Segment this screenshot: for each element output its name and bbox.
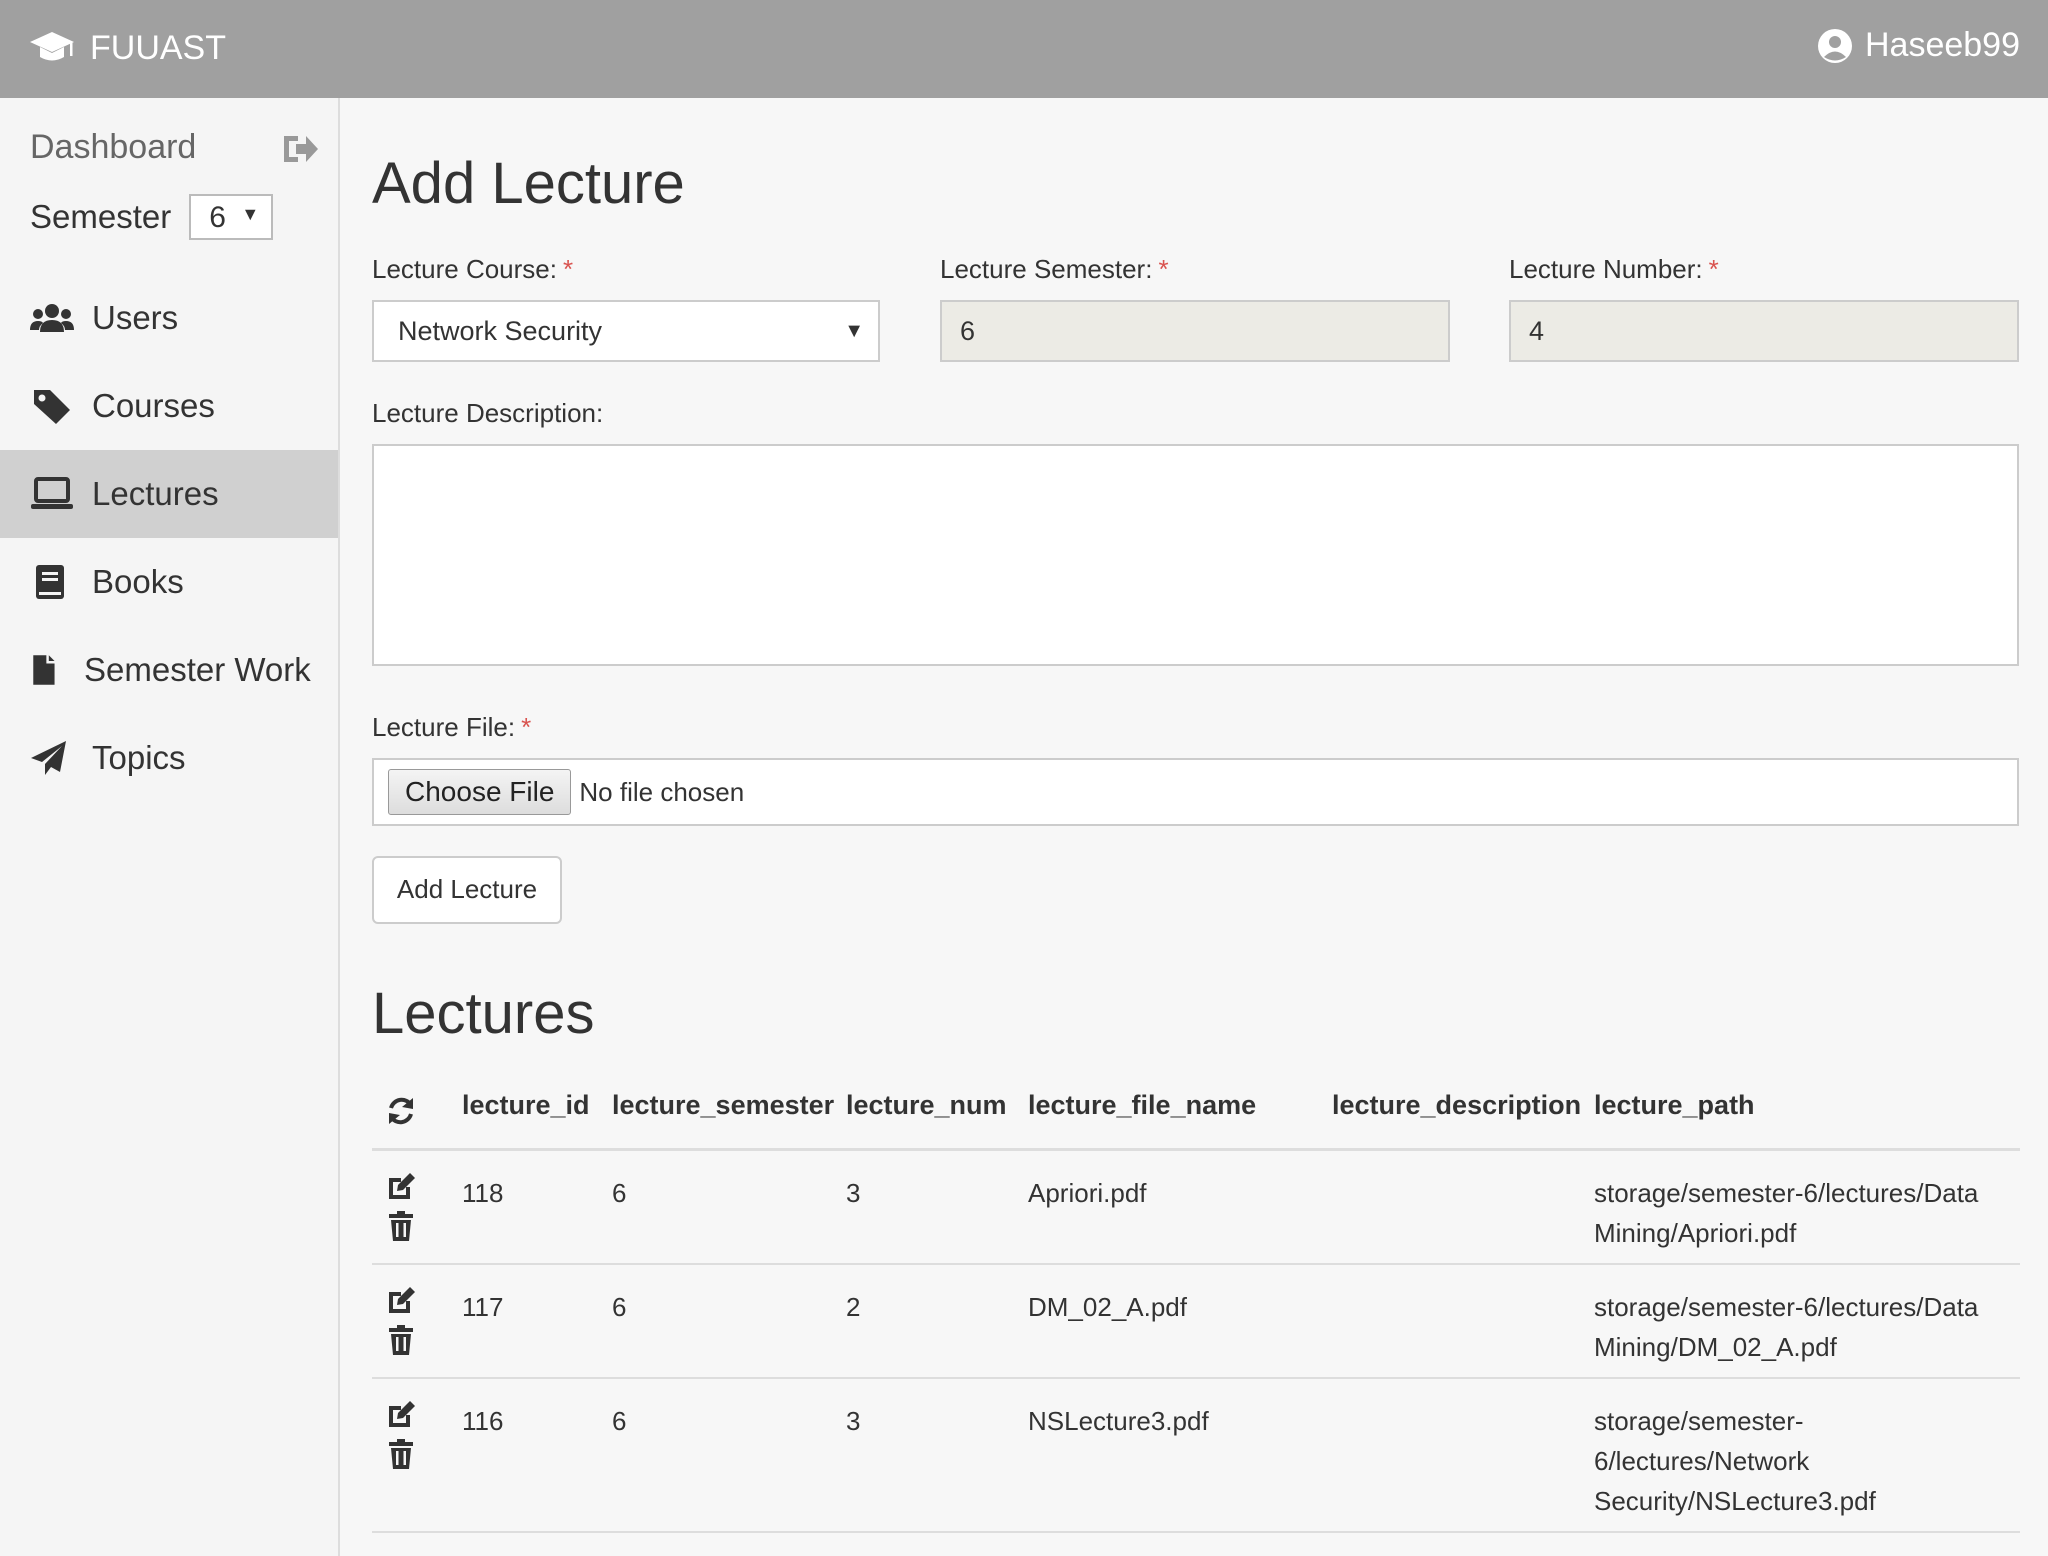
lecture-course-select[interactable]: Network Security ▼ bbox=[372, 300, 880, 362]
sidebar-item-lectures[interactable]: Lectures bbox=[0, 450, 338, 538]
sidebar-item-label: Semester Work bbox=[84, 651, 311, 688]
required-mark: * bbox=[1708, 254, 1719, 284]
column-header-lecture-num[interactable]: lecture_num bbox=[846, 1090, 1007, 1121]
laptop-icon bbox=[31, 477, 73, 509]
column-header-lecture-description[interactable]: lecture_description bbox=[1332, 1090, 1581, 1121]
cell-lecture-num: 3 bbox=[846, 1406, 861, 1436]
table-header: lecture_id lecture_semester lecture_num … bbox=[372, 1076, 2020, 1151]
lecture-semester-label: Lecture Semester: * bbox=[940, 254, 1169, 285]
sidebar-item-label: Books bbox=[92, 563, 184, 600]
cell-lecture-id: 118 bbox=[462, 1178, 504, 1208]
username: Haseeb99 bbox=[1864, 26, 2020, 64]
sidebar-item-semester-work[interactable]: Semester Work bbox=[0, 626, 338, 714]
sidebar-item-label: Courses bbox=[92, 387, 215, 424]
lecture-number-value: 4 bbox=[1529, 316, 1545, 346]
users-icon bbox=[30, 304, 74, 332]
lecture-semester-value: 6 bbox=[960, 316, 976, 346]
sidebar-item-label: Users bbox=[92, 299, 179, 336]
row-actions bbox=[386, 1399, 416, 1479]
page-title: Add Lecture bbox=[372, 151, 685, 216]
edit-icon[interactable] bbox=[386, 1171, 416, 1201]
row-actions bbox=[386, 1285, 416, 1365]
semester-select[interactable]: 6 ▼ bbox=[189, 194, 274, 240]
sidebar-item-label: Lectures bbox=[92, 475, 219, 512]
user-menu[interactable]: Haseeb99 bbox=[1817, 26, 2020, 65]
cell-lecture-path: storage/semester-6/lectures/Data Mining/… bbox=[1594, 1292, 1979, 1362]
cell-lecture-num: 2 bbox=[846, 1292, 861, 1322]
sign-out-icon[interactable] bbox=[280, 130, 320, 168]
refresh-icon[interactable] bbox=[386, 1096, 416, 1126]
sidebar-item-topics[interactable]: Topics bbox=[0, 714, 338, 802]
brand-name: FUUAST bbox=[90, 28, 226, 67]
edit-icon[interactable] bbox=[386, 1285, 416, 1315]
sidebar-item-books[interactable]: Books bbox=[0, 538, 338, 626]
cell-lecture-file-name: Apriori.pdf bbox=[1028, 1178, 1147, 1208]
required-mark: * bbox=[521, 712, 532, 742]
column-header-lecture-semester[interactable]: lecture_semester bbox=[612, 1090, 834, 1121]
semester-selector: Semester 6 ▼ bbox=[30, 194, 274, 240]
required-mark: * bbox=[562, 254, 574, 284]
row-actions bbox=[386, 1171, 416, 1251]
trash-icon[interactable] bbox=[386, 1439, 416, 1469]
lecture-file-label-text: Lecture File: bbox=[372, 712, 516, 742]
sidebar-item-label: Topics bbox=[92, 739, 186, 776]
chevron-down-icon: ▼ bbox=[241, 204, 260, 224]
cell-lecture-file-name: NSLecture3.pdf bbox=[1028, 1406, 1209, 1436]
lecture-file-input: Choose File No file chosen bbox=[372, 758, 2019, 826]
lecture-semester-label-text: Lecture Semester: bbox=[940, 254, 1153, 284]
sidebar-item-users[interactable]: Users bbox=[0, 274, 338, 362]
semester-select-value: 6 bbox=[209, 201, 226, 234]
cell-lecture-id: 117 bbox=[462, 1292, 504, 1322]
dashboard-link[interactable]: Dashboard bbox=[30, 128, 196, 166]
required-mark: * bbox=[1158, 254, 1169, 284]
file-status: No file chosen bbox=[579, 776, 745, 807]
dashboard-header: Dashboard bbox=[30, 128, 320, 172]
cell-lecture-file-name: DM_02_A.pdf bbox=[1028, 1292, 1187, 1322]
cell-lecture-semester: 6 bbox=[612, 1292, 627, 1322]
chevron-down-icon: ▼ bbox=[844, 320, 864, 342]
lecture-course-value: Network Security bbox=[398, 316, 603, 346]
lecture-course-label: Lecture Course: * bbox=[372, 254, 573, 285]
cell-lecture-path: storage/semester-6/lectures/Data Mining/… bbox=[1594, 1178, 1979, 1248]
cell-lecture-num: 3 bbox=[846, 1178, 861, 1208]
graduation-cap-icon bbox=[30, 32, 74, 61]
cell-lecture-semester: 6 bbox=[612, 1406, 627, 1436]
book-icon bbox=[36, 565, 64, 599]
lecture-number-label: Lecture Number: * bbox=[1509, 254, 1719, 285]
tag-icon bbox=[34, 390, 70, 424]
column-header-lecture-file-name[interactable]: lecture_file_name bbox=[1028, 1090, 1256, 1121]
brand[interactable]: FUUAST bbox=[28, 28, 226, 68]
paper-plane-icon bbox=[31, 741, 66, 775]
sidebar-item-courses[interactable]: Courses bbox=[0, 362, 338, 450]
sidebar-nav: Users Courses Lectures Books Semester Wo… bbox=[0, 274, 338, 802]
column-header-lecture-path[interactable]: lecture_path bbox=[1594, 1090, 1994, 1121]
choose-file-button[interactable]: Choose File bbox=[388, 769, 572, 815]
table-row: 117 6 2 DM_02_A.pdf storage/semester-6/l… bbox=[372, 1265, 2020, 1379]
lecture-course-label-text: Lecture Course: bbox=[372, 254, 557, 284]
trash-icon[interactable] bbox=[386, 1211, 416, 1241]
user-circle-icon bbox=[1817, 28, 1852, 63]
file-icon bbox=[33, 655, 55, 685]
add-lecture-button[interactable]: Add Lecture bbox=[372, 856, 562, 924]
sidebar: Dashboard Semester 6 ▼ Users Courses Lec… bbox=[0, 98, 340, 1556]
lectures-table: lecture_id lecture_semester lecture_num … bbox=[372, 1076, 2020, 1533]
lecture-description-label: Lecture Description: bbox=[372, 398, 604, 428]
cell-lecture-semester: 6 bbox=[612, 1178, 627, 1208]
table-row: 116 6 3 NSLecture3.pdf storage/semester-… bbox=[372, 1379, 2020, 1533]
lecture-semester-field: 6 bbox=[940, 300, 1450, 362]
lecture-description-textarea[interactable] bbox=[372, 444, 2019, 666]
lecture-number-field: 4 bbox=[1509, 300, 2019, 362]
cell-lecture-id: 116 bbox=[462, 1406, 504, 1436]
semester-label: Semester bbox=[30, 198, 172, 235]
lecture-number-label-text: Lecture Number: bbox=[1509, 254, 1703, 284]
lectures-section-title: Lectures bbox=[372, 981, 595, 1046]
cell-lecture-path: storage/semester-6/lectures/Network Secu… bbox=[1594, 1406, 1876, 1516]
top-navbar: FUUAST Haseeb99 bbox=[0, 0, 2048, 98]
table-row: 118 6 3 Apriori.pdf storage/semester-6/l… bbox=[372, 1151, 2020, 1265]
lecture-file-label: Lecture File: * bbox=[372, 712, 531, 743]
trash-icon[interactable] bbox=[386, 1325, 416, 1355]
column-header-lecture-id[interactable]: lecture_id bbox=[462, 1090, 590, 1121]
edit-icon[interactable] bbox=[386, 1399, 416, 1429]
